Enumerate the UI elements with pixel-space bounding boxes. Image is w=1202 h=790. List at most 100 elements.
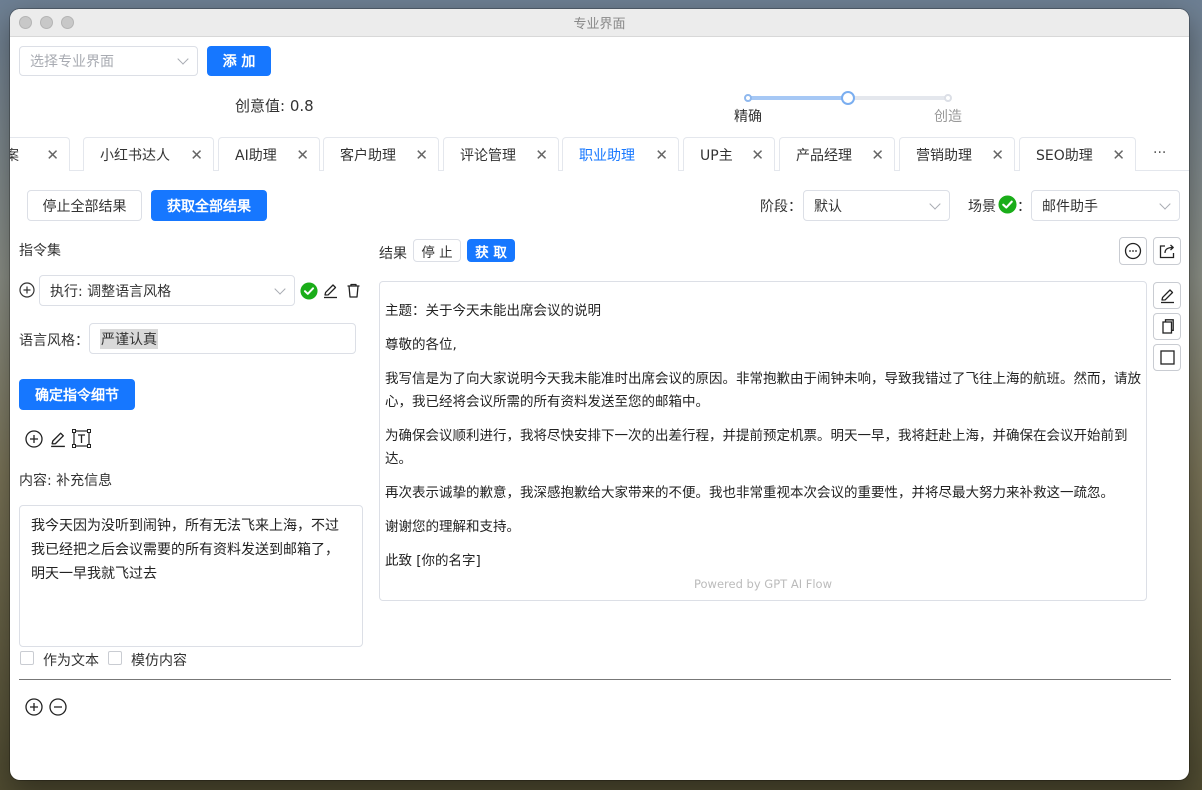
scene-select-value: 邮件助手 [1042,198,1098,215]
tabs-more-button[interactable]: ··· [1153,145,1166,161]
slider-stop-min [744,94,752,102]
close-icon[interactable]: ✕ [871,146,884,164]
close-icon[interactable]: ✕ [296,146,309,164]
confirm-instruction-button[interactable]: 确定指令细节 [19,379,135,410]
scene-select[interactable]: 邮件助手 [1031,190,1180,221]
zoom-window-button[interactable] [61,16,74,29]
stage-label: 阶段： [760,199,802,215]
tab-ai-assistant[interactable]: AI助理 ✕ [218,137,320,171]
tab-label: 案 [10,147,19,164]
slider-min-label: 精确 [734,109,762,125]
check-circle-icon [998,195,1017,214]
tab-seo-assistant[interactable]: SEO助理 ✕ [1019,137,1136,171]
close-icon[interactable]: ✕ [190,146,203,164]
divider [19,679,1171,680]
tab-label: AI助理 [235,147,277,164]
edit-icon[interactable] [322,282,339,299]
trash-icon[interactable] [345,282,362,299]
instruction-exec-select[interactable]: 执行: 调整语言风格 [39,275,295,306]
content-textarea[interactable]: 我今天因为没听到闹钟，所有无法飞来上海，不过我已经把之后会议需要的所有资料发送到… [19,505,363,647]
close-icon[interactable]: ✕ [991,146,1004,164]
check-circle-icon[interactable] [300,282,318,300]
language-style-input[interactable]: 严谨认真 [89,323,356,354]
as-text-checkbox[interactable] [20,651,34,665]
add-circle-icon[interactable] [25,698,43,716]
minimize-window-button[interactable] [40,16,53,29]
remove-circle-icon[interactable] [49,698,67,716]
get-result-button[interactable]: 获 取 [467,239,515,262]
profession-select-placeholder: 选择专业界面 [30,54,114,70]
tab-marketing-assistant[interactable]: 营销助理 ✕ [899,137,1015,171]
chevron-down-icon [929,197,941,210]
result-paragraph: 尊敬的各位, [385,337,457,353]
text-box-icon[interactable] [72,429,91,448]
stop-result-button[interactable]: 停 止 [413,239,461,262]
close-icon[interactable]: ✕ [535,146,548,164]
profession-select[interactable]: 选择专业界面 [19,46,198,76]
chat-bubble-icon [1124,242,1142,260]
tab-wenan[interactable]: 案 ✕ [10,137,70,171]
close-icon[interactable]: ✕ [751,146,764,164]
creativity-label: 创意值: 0.8 [235,97,314,115]
imitate-content-label: 模仿内容 [131,653,187,669]
app-window: 专业界面 选择专业界面 添 加 创意值: 0.8 精确 创造 案 ✕ 小红书达人… [10,9,1189,780]
chat-bubble-button[interactable] [1119,237,1147,265]
tab-career-assistant[interactable]: 职业助理 ✕ [562,137,679,171]
result-paragraph: 谢谢您的理解和支持。 [385,519,520,535]
chevron-down-icon [177,53,189,65]
instruction-exec-value: 执行: 调整语言风格 [50,283,172,300]
stage-select[interactable]: 默认 [803,190,950,221]
select-all-button[interactable] [1153,344,1181,371]
edit-icon[interactable] [49,430,67,448]
title-bar: 专业界面 [10,9,1189,37]
scene-colon: ： [1017,199,1031,215]
tab-label: UP主 [700,147,733,164]
scene-label: 场景 [968,199,996,215]
edit-result-button[interactable] [1153,282,1181,309]
square-icon [1159,350,1175,365]
tab-label: 评论管理 [460,147,516,164]
copy-icon [1161,319,1174,334]
slider-stop-max [944,94,952,102]
share-icon [1159,244,1175,259]
stage-select-value: 默认 [814,198,842,215]
window-controls [19,16,74,29]
result-label: 结果 [379,246,407,262]
imitate-content-checkbox[interactable] [108,651,122,665]
slider-max-label: 创造 [934,109,962,125]
add-circle-icon[interactable] [25,430,43,448]
tab-label: 客户助理 [340,147,396,164]
language-style-value: 严谨认真 [100,328,158,349]
close-icon[interactable]: ✕ [46,146,59,164]
close-window-button[interactable] [19,16,32,29]
window-title: 专业界面 [573,17,626,32]
tab-up-master[interactable]: UP主 ✕ [683,137,775,171]
tab-label: 营销助理 [916,147,972,164]
tab-label: 产品经理 [796,147,852,164]
stop-all-button[interactable]: 停止全部结果 [27,190,142,221]
result-paragraph: 此致 [你的名字] [385,553,481,569]
close-icon[interactable]: ✕ [415,146,428,164]
content-label: 内容: 补充信息 [19,473,113,489]
share-button[interactable] [1153,237,1181,265]
result-paragraph: 主题：关于今天未能出席会议的说明 [385,303,601,319]
tab-label: SEO助理 [1036,147,1093,164]
copy-result-button[interactable] [1153,313,1181,340]
tab-label: 小红书达人 [100,147,170,164]
get-all-button[interactable]: 获取全部结果 [151,190,267,221]
result-paragraph: 为确保会议顺利进行，我将尽快安排下一次的出差行程，并提前预定机票。明天一早，我将… [385,428,1128,467]
language-style-label: 语言风格： [19,333,89,349]
add-circle-icon[interactable] [19,282,35,298]
add-button[interactable]: 添 加 [207,46,271,76]
close-icon[interactable]: ✕ [655,146,668,164]
tab-review-management[interactable]: 评论管理 ✕ [443,137,559,171]
chevron-down-icon [1159,197,1171,210]
creativity-slider-handle[interactable] [841,91,855,105]
creativity-slider-fill [748,96,848,100]
result-paragraph: 再次表示诚挚的歉意，我深感抱歉给大家带来的不便。我也非常重视本次会议的重要性，并… [385,485,1114,501]
close-icon[interactable]: ✕ [1112,146,1125,164]
tab-customer-assistant[interactable]: 客户助理 ✕ [323,137,439,171]
tab-product-manager[interactable]: 产品经理 ✕ [779,137,895,171]
tab-label: 职业助理 [579,147,635,164]
tab-xiaohongshu[interactable]: 小红书达人 ✕ [83,137,214,171]
